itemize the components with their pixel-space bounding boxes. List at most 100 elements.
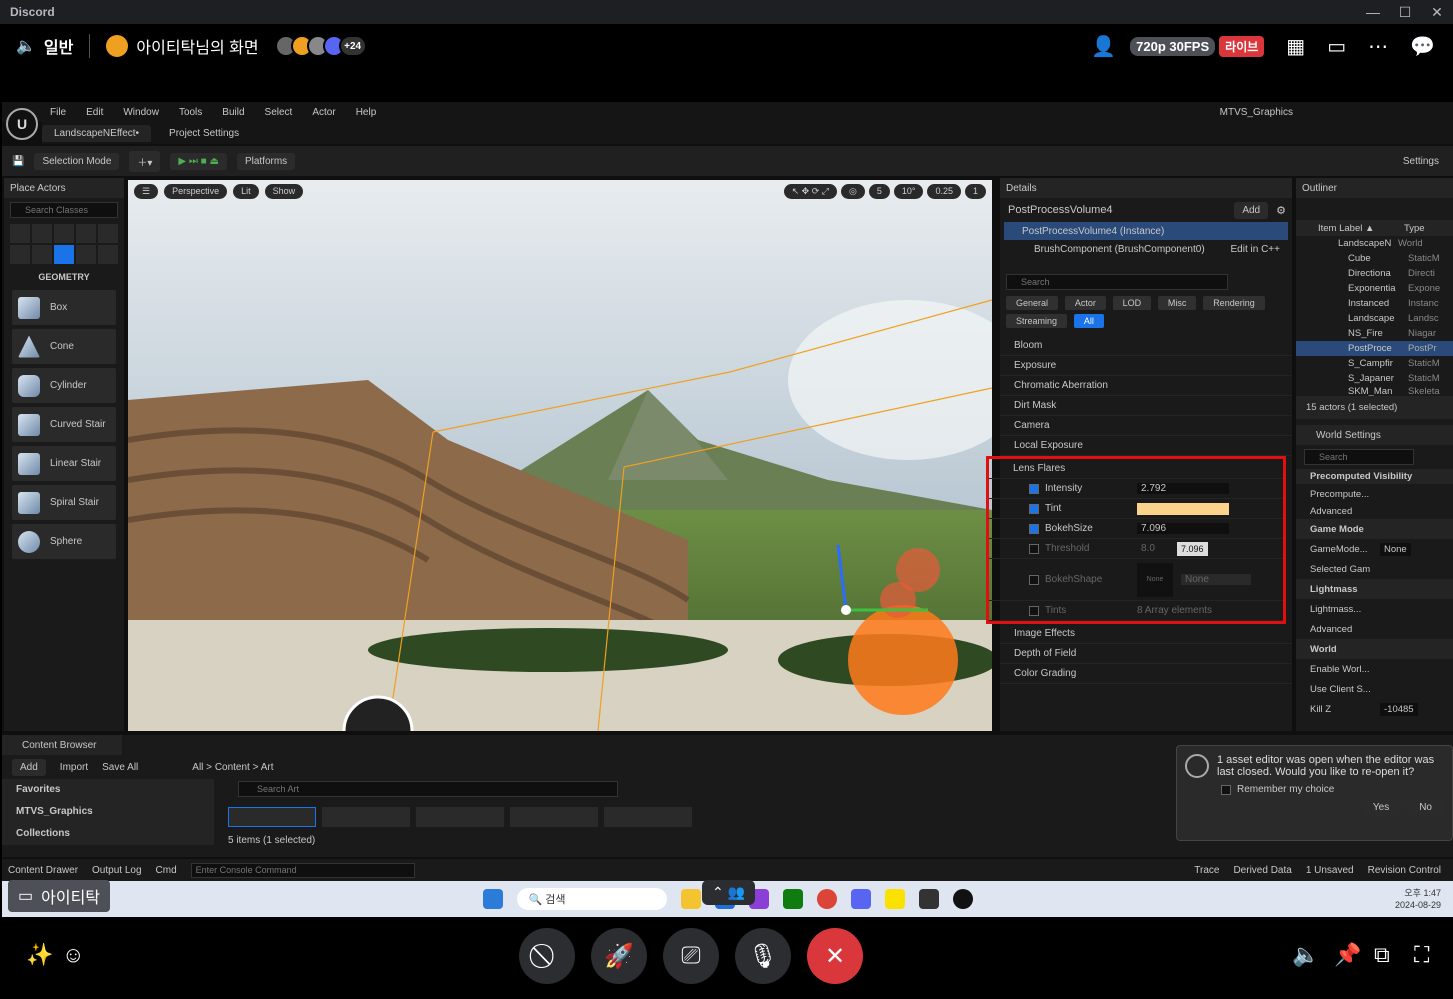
chrome-icon[interactable] bbox=[816, 889, 837, 909]
bokehsize-field[interactable]: 7.096 bbox=[1137, 523, 1229, 534]
project-section[interactable]: MTVS_Graphics bbox=[2, 801, 214, 823]
menu-actor[interactable]: Actor bbox=[312, 107, 335, 118]
grid-layout-icon[interactable]: ▦ bbox=[1286, 34, 1305, 59]
asset-tile[interactable] bbox=[322, 807, 410, 827]
edit-cpp-link[interactable]: Edit in C++ bbox=[1231, 244, 1280, 255]
add-component-button[interactable]: Add bbox=[1234, 201, 1269, 219]
screen-share-button[interactable]: ⎚ bbox=[663, 928, 719, 984]
section-camera[interactable]: Camera bbox=[1000, 416, 1292, 436]
menu-window[interactable]: Window bbox=[123, 107, 159, 118]
section-bloom[interactable]: Bloom bbox=[1000, 336, 1292, 356]
lights-icon[interactable] bbox=[54, 224, 74, 243]
participants-toggle[interactable]: ⌃ 👥 bbox=[702, 880, 756, 905]
inbox-icon[interactable]: ▭ bbox=[1327, 34, 1346, 59]
filter-all[interactable]: All bbox=[1073, 314, 1104, 328]
menu-select[interactable]: Select bbox=[265, 107, 293, 118]
trace-button[interactable]: Trace bbox=[1194, 865, 1219, 876]
cb-add-button[interactable]: Add bbox=[12, 758, 46, 776]
output-log-button[interactable]: Output Log bbox=[92, 865, 141, 876]
level-viewport[interactable]: ☰ Perspective Lit Show ↖ ✥ ⟳ ⤢ ◎ 5 10° 0… bbox=[128, 180, 992, 731]
tint-color-swatch[interactable] bbox=[1137, 502, 1229, 515]
component-brush[interactable]: BrushComponent (BrushComponent0) Edit in… bbox=[1004, 240, 1288, 258]
shape-box[interactable]: Box bbox=[12, 290, 116, 325]
outliner-row[interactable]: SKM_Man Skeleta bbox=[1296, 386, 1453, 396]
remember-choice[interactable]: Remember my choice bbox=[1221, 784, 1444, 795]
close-window-button[interactable]: ✕ bbox=[1421, 0, 1453, 24]
pin-icon[interactable]: 📌 bbox=[1334, 942, 1361, 968]
minimize-button[interactable]: — bbox=[1357, 0, 1389, 24]
no-button[interactable]: No bbox=[1407, 799, 1444, 816]
world-settings-search[interactable] bbox=[1304, 449, 1414, 465]
outliner-row[interactable]: S_Japaner StaticM bbox=[1296, 371, 1453, 386]
transform-tools[interactable]: ↖ ✥ ⟳ ⤢ bbox=[783, 184, 837, 199]
add-actor-button[interactable]: ＋▾ bbox=[129, 150, 161, 172]
save-icon[interactable]: 💾 bbox=[12, 156, 24, 167]
outliner-row[interactable]: Directiona Directi bbox=[1296, 266, 1453, 281]
menu-tools[interactable]: Tools bbox=[179, 107, 202, 118]
tab-level[interactable]: LandscapeNEffect• bbox=[42, 124, 152, 142]
popout-icon[interactable]: ⧉ bbox=[1374, 942, 1390, 968]
outliner-row[interactable]: LandscapeN World bbox=[1296, 236, 1453, 251]
texture-thumbnail[interactable]: None bbox=[1137, 562, 1173, 597]
override-checkbox[interactable] bbox=[1029, 523, 1039, 534]
viewer-avatars[interactable]: +24 bbox=[274, 35, 367, 57]
all-classes-icon[interactable] bbox=[76, 245, 96, 264]
section-exposure[interactable]: Exposure bbox=[1000, 356, 1292, 376]
fullscreen-icon[interactable]: ⛶ bbox=[1414, 942, 1429, 968]
asset-tile[interactable] bbox=[416, 807, 504, 827]
collections-section[interactable]: Collections bbox=[2, 823, 214, 845]
asset-tile[interactable] bbox=[604, 807, 692, 827]
outliner-filter-bar[interactable] bbox=[1296, 198, 1453, 220]
outliner-row-selected[interactable]: PostProce PostPr bbox=[1296, 341, 1453, 356]
override-checkbox[interactable] bbox=[1029, 605, 1039, 616]
lit-button[interactable]: Lit bbox=[233, 184, 259, 199]
taskbar-search[interactable]: 🔍 검색 bbox=[516, 888, 667, 910]
derived-data-button[interactable]: Derived Data bbox=[1233, 865, 1291, 876]
shape-spiral-stair[interactable]: Spiral Stair bbox=[12, 485, 116, 520]
settings-icon[interactable]: ⚙ bbox=[1276, 204, 1286, 217]
chat-icon[interactable]: 💬 bbox=[1410, 34, 1435, 59]
tab-project-settings[interactable]: Project Settings bbox=[157, 125, 251, 142]
asset-search-input[interactable] bbox=[238, 781, 618, 797]
details-search-input[interactable] bbox=[1006, 274, 1228, 290]
intensity-field[interactable]: 2.792 bbox=[1137, 483, 1229, 494]
outliner-row[interactable]: S_Campfir StaticM bbox=[1296, 356, 1453, 371]
outliner-row[interactable]: Cube StaticM bbox=[1296, 251, 1453, 266]
camera-speed-value[interactable]: 1 bbox=[964, 184, 986, 199]
override-checkbox[interactable] bbox=[1029, 483, 1039, 494]
override-checkbox[interactable] bbox=[1029, 574, 1039, 585]
favorites-section[interactable]: Favorites bbox=[2, 779, 214, 801]
filter-misc[interactable]: Misc bbox=[1157, 296, 1197, 310]
revision-control-button[interactable]: Revision Control bbox=[1368, 865, 1441, 876]
basic-icon[interactable] bbox=[32, 224, 52, 243]
section-depth-of-field[interactable]: Depth of Field bbox=[1000, 644, 1292, 664]
killz-field[interactable]: -10485 bbox=[1380, 702, 1418, 716]
ws-section[interactable]: Game Mode bbox=[1296, 519, 1453, 539]
section-local-exposure[interactable]: Local Exposure bbox=[1000, 436, 1292, 456]
angle-snap-value[interactable]: 10° bbox=[893, 184, 924, 199]
camera-off-button[interactable]: ⃠ bbox=[519, 928, 575, 984]
selection-mode-button[interactable]: Selection Mode bbox=[34, 152, 120, 170]
scale-snap-value[interactable]: 0.25 bbox=[927, 184, 961, 199]
asset-tile[interactable] bbox=[228, 807, 316, 827]
activity-icon[interactable]: ✨ bbox=[26, 942, 53, 968]
outliner-row[interactable]: Exponentia Expone bbox=[1296, 281, 1453, 296]
outliner-row[interactable]: NS_Fire Niagar bbox=[1296, 326, 1453, 341]
shape-linear-stair[interactable]: Linear Stair bbox=[12, 446, 116, 481]
shape-curved-stair[interactable]: Curved Stair bbox=[12, 407, 116, 442]
remember-checkbox[interactable] bbox=[1221, 784, 1231, 795]
shape-cylinder[interactable]: Cylinder bbox=[12, 368, 116, 403]
menu-build[interactable]: Build bbox=[222, 107, 244, 118]
shape-cone[interactable]: Cone bbox=[12, 329, 116, 364]
viewport-menu-button[interactable]: ☰ bbox=[134, 184, 159, 199]
visual-icon[interactable] bbox=[10, 245, 30, 264]
add-user-icon[interactable]: 👤 bbox=[1091, 34, 1116, 59]
app-icon[interactable] bbox=[918, 889, 939, 909]
show-button[interactable]: Show bbox=[264, 184, 304, 199]
menu-file[interactable]: File bbox=[50, 107, 66, 118]
filter-actor[interactable]: Actor bbox=[1064, 296, 1106, 310]
maximize-button[interactable]: ☐ bbox=[1389, 0, 1421, 24]
ws-row[interactable]: Selected Gam bbox=[1296, 559, 1453, 579]
voice-channel[interactable]: 🔈 일반 bbox=[0, 34, 89, 58]
section-color-grading[interactable]: Color Grading bbox=[1000, 664, 1292, 684]
